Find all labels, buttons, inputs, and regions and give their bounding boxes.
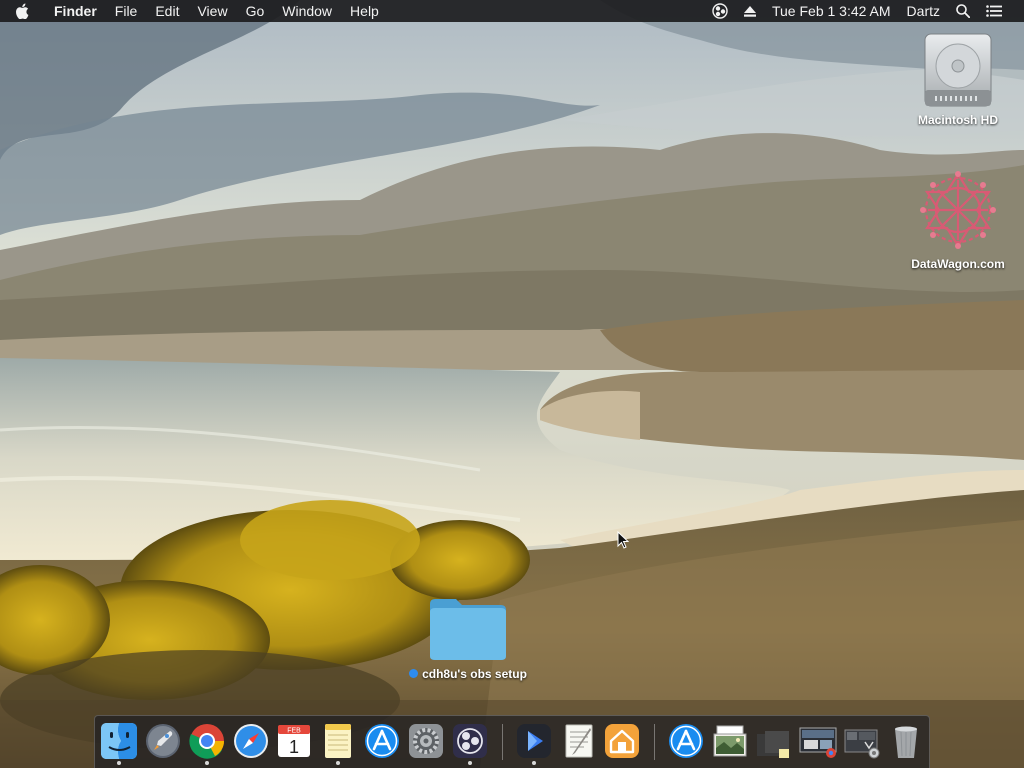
running-indicator — [336, 761, 340, 765]
chrome-icon — [189, 724, 224, 759]
apple-menu-icon[interactable] — [0, 0, 44, 22]
desktop-icon-datawagon[interactable]: DataWagon.com — [898, 168, 1018, 272]
calendar-month: FEB — [287, 728, 301, 735]
desktop-icon-label: Macintosh HD — [917, 113, 998, 127]
datawagon-logo-icon — [920, 171, 996, 249]
menu-bar: Finder File Edit View Go Window Help Tue… — [0, 0, 1024, 22]
desktop-icon-obs-setup-folder[interactable]: cdh8u's obs setup — [408, 596, 528, 682]
app-store-icon — [365, 724, 399, 758]
safari-icon — [234, 724, 268, 758]
menu-go[interactable]: Go — [237, 0, 274, 22]
dock-textedit[interactable] — [560, 722, 598, 760]
desktop-icon-macintosh-hd[interactable]: Macintosh HD — [898, 30, 1018, 128]
menubar-clock[interactable]: Tue Feb 1 3:42 AM — [764, 0, 899, 22]
running-indicator — [532, 761, 536, 765]
dock-obs[interactable] — [451, 722, 489, 760]
menu-view[interactable]: View — [188, 0, 236, 22]
dock-trash[interactable] — [887, 722, 925, 760]
infuse-icon — [517, 724, 551, 758]
dock-documents-stack[interactable] — [755, 722, 793, 760]
dock-screenshots-stack[interactable] — [799, 722, 837, 760]
textedit-icon — [565, 724, 593, 758]
launchpad-icon — [146, 724, 180, 758]
notification-center-icon[interactable] — [978, 5, 1010, 17]
desktop-icon-label: cdh8u's obs setup — [408, 666, 528, 682]
dock-separator — [502, 724, 503, 760]
menu-file[interactable]: File — [106, 0, 147, 22]
dock-chrome[interactable] — [188, 722, 226, 760]
dock-app-store[interactable] — [363, 722, 401, 760]
calendar-day: 1 — [289, 737, 299, 757]
running-indicator — [117, 761, 121, 765]
hard-drive-icon — [924, 33, 992, 107]
downloads-stack-icon — [844, 729, 880, 759]
spotlight-search-icon[interactable] — [948, 4, 978, 18]
obs-status-icon[interactable] — [704, 3, 736, 19]
menu-window[interactable]: Window — [273, 0, 341, 22]
folder-name: cdh8u's obs setup — [422, 667, 527, 681]
desktop-icon-label: DataWagon.com — [911, 257, 1005, 271]
dock: FEB 1 — [94, 715, 930, 768]
folder-icon — [430, 599, 506, 660]
applications-folder-icon — [669, 724, 703, 758]
menubar-user-name[interactable]: Dartz — [899, 0, 948, 22]
dock-preview[interactable] — [711, 722, 749, 760]
dock-applications-folder[interactable] — [667, 722, 705, 760]
dock-infuse[interactable] — [515, 722, 553, 760]
mouse-pointer-icon — [617, 530, 630, 554]
documents-stack-icon — [757, 731, 789, 758]
dock-safari[interactable] — [232, 722, 270, 760]
app-menu-finder[interactable]: Finder — [44, 0, 106, 22]
dock-system-preferences[interactable] — [407, 722, 445, 760]
notes-icon — [325, 724, 351, 758]
dock-downloads-stack[interactable] — [843, 722, 881, 760]
home-icon — [605, 724, 639, 758]
dock-calendar[interactable]: FEB 1 — [275, 722, 313, 760]
eject-icon[interactable] — [736, 5, 764, 17]
obs-icon — [453, 724, 487, 758]
dock-home[interactable] — [603, 722, 641, 760]
blue-tag-icon — [409, 669, 419, 678]
dock-launchpad[interactable] — [144, 722, 182, 760]
preview-icon — [713, 725, 747, 757]
running-indicator — [205, 761, 209, 765]
dock-separator — [654, 724, 655, 760]
menu-help[interactable]: Help — [341, 0, 388, 22]
system-preferences-icon — [409, 724, 443, 758]
screenshots-stack-icon — [799, 727, 837, 758]
dock-notes[interactable] — [319, 722, 357, 760]
trash-icon — [895, 726, 917, 758]
menu-edit[interactable]: Edit — [146, 0, 188, 22]
dock-finder[interactable] — [100, 722, 138, 760]
running-indicator — [468, 761, 472, 765]
calendar-icon: FEB 1 — [278, 725, 310, 757]
finder-icon — [101, 723, 137, 759]
